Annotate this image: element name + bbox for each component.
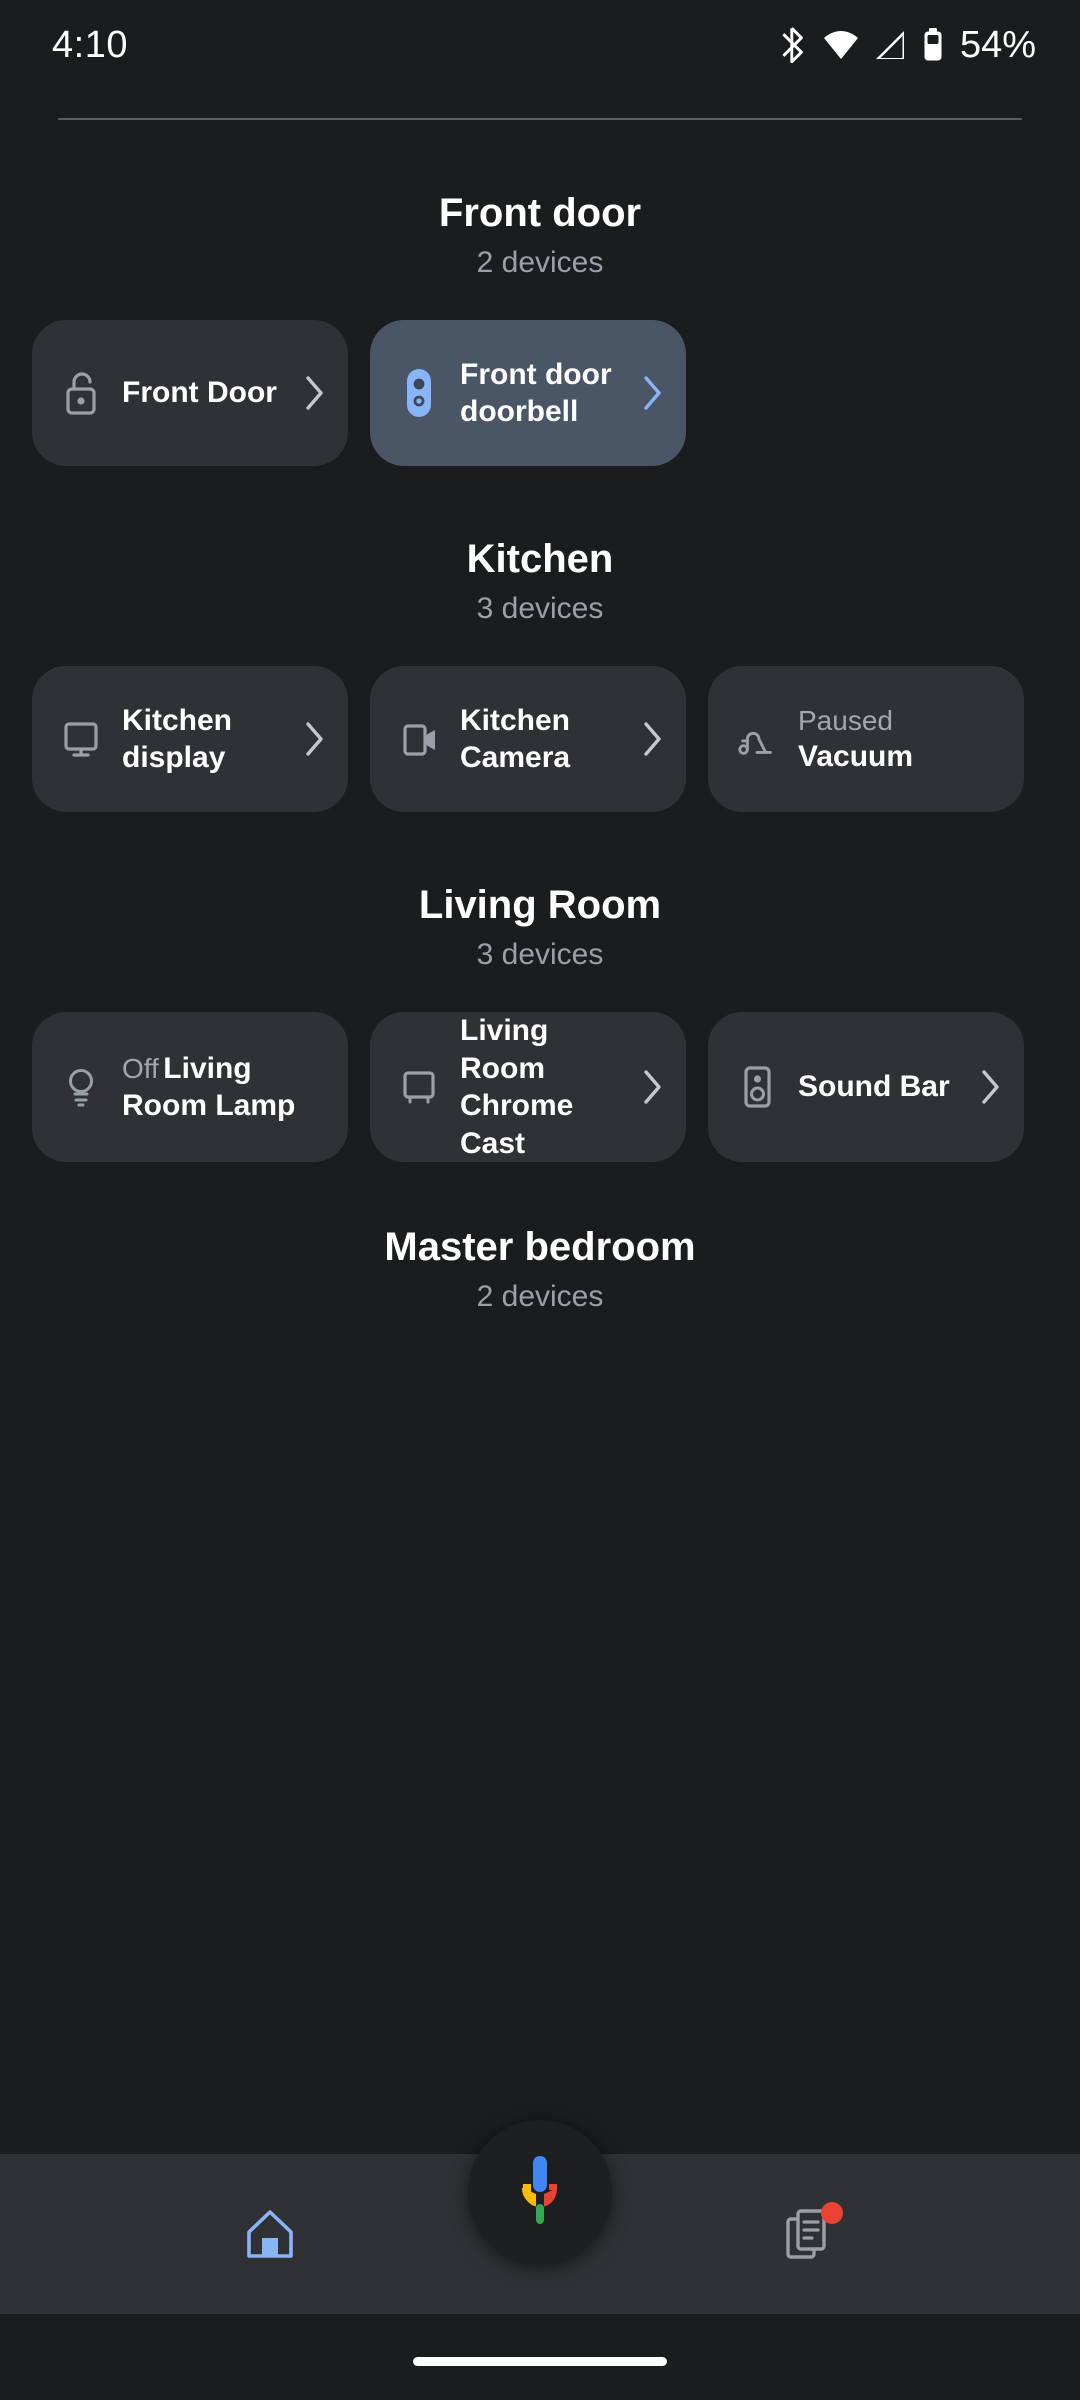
display-icon	[58, 716, 104, 762]
chevron-right-icon[interactable]	[640, 1068, 666, 1106]
nav-item-home[interactable]	[0, 2154, 540, 2314]
device-card-text: Front door doorbell	[460, 356, 622, 431]
chevron-right-icon[interactable]	[640, 374, 666, 412]
section-title: Master bedroom	[384, 1225, 696, 1269]
status-icons: 54%	[778, 24, 1036, 67]
lock-open-icon	[58, 370, 104, 416]
section-header-master-bedroom: Master bedroom 2 devices	[0, 1224, 1080, 1314]
device-label: Front Door	[122, 376, 277, 410]
chevron-right-icon[interactable]	[640, 720, 666, 758]
section-title: Front door	[438, 191, 642, 235]
home-icon	[243, 2208, 297, 2260]
top-divider	[58, 118, 1022, 120]
device-grid-front-door: Front Door Front door doorbell	[0, 320, 1080, 466]
status-bar: 4:10 54%	[0, 0, 1080, 90]
battery-percent: 54%	[959, 23, 1036, 66]
notification-badge	[821, 2202, 843, 2224]
home-app-screen: 4:10 54% Front door 2 devices Front Door…	[0, 0, 1080, 2400]
section-header-living-room: Living Room 3 devices	[0, 882, 1080, 972]
vacuum-icon	[734, 716, 780, 762]
device-state: Off	[122, 1052, 159, 1084]
wifi-icon	[822, 29, 860, 61]
camera-icon	[396, 716, 442, 762]
section-subtitle: 2 devices	[476, 1280, 604, 1313]
section-title: Kitchen	[466, 537, 614, 581]
section-title: Living Room	[418, 883, 662, 927]
device-state: Paused	[798, 704, 893, 736]
chromecast-icon	[396, 1064, 442, 1110]
device-card-text: Sound Bar	[798, 1068, 960, 1106]
device-grid-living-room: Off Living Room Lamp Living Room Chrome …	[0, 1012, 1080, 1162]
section-header-kitchen: Kitchen 3 devices	[0, 536, 1080, 626]
device-grid-kitchen: Kitchen display Kitchen Camera Paused Va…	[0, 666, 1080, 812]
device-label: Living Room Chrome Cast	[460, 1014, 574, 1160]
device-card-text: Front Door	[122, 374, 284, 412]
device-card-vacuum[interactable]: Paused Vacuum	[708, 666, 1024, 812]
gesture-navigation-handle[interactable]	[413, 2357, 667, 2366]
section-subtitle: 3 devices	[476, 938, 604, 971]
battery-icon	[922, 28, 944, 62]
device-card-kitchen-camera[interactable]: Kitchen Camera	[370, 666, 686, 812]
lightbulb-icon	[58, 1064, 104, 1110]
device-card-text: Paused Vacuum	[798, 703, 1004, 776]
assistant-fab-button[interactable]	[468, 2120, 612, 2264]
chevron-right-icon[interactable]	[978, 1068, 1004, 1106]
speaker-icon	[734, 1064, 780, 1110]
chevron-right-icon[interactable]	[302, 720, 328, 758]
cellular-signal-icon	[874, 29, 908, 61]
device-card-text: Kitchen display	[122, 702, 284, 777]
nav-item-feed[interactable]	[540, 2154, 1080, 2314]
device-card-front-door-doorbell[interactable]: Front door doorbell	[370, 320, 686, 466]
device-card-text: Off Living Room Lamp	[122, 1050, 328, 1125]
device-card-text: Kitchen Camera	[460, 702, 622, 777]
device-label: Sound Bar	[798, 1070, 950, 1104]
doorbell-icon	[396, 369, 442, 417]
device-label: Vacuum	[798, 739, 914, 773]
chevron-right-icon[interactable]	[302, 374, 328, 412]
device-card-sound-bar[interactable]: Sound Bar	[708, 1012, 1024, 1162]
device-card-text: Living Room Chrome Cast	[460, 1012, 622, 1162]
device-label: Kitchen display	[122, 703, 233, 775]
device-card-living-room-lamp[interactable]: Off Living Room Lamp	[32, 1012, 348, 1162]
section-header-front-door: Front door 2 devices	[0, 190, 1080, 280]
device-label: Front door doorbell	[460, 357, 612, 429]
device-card-kitchen-display[interactable]: Kitchen display	[32, 666, 348, 812]
device-card-front-door[interactable]: Front Door	[32, 320, 348, 466]
device-label: Kitchen Camera	[460, 703, 571, 775]
device-card-living-room-chrome-cast[interactable]: Living Room Chrome Cast	[370, 1012, 686, 1162]
section-subtitle: 3 devices	[476, 592, 604, 625]
status-time: 4:10	[52, 23, 128, 66]
section-subtitle: 2 devices	[476, 246, 604, 279]
bluetooth-icon	[778, 27, 808, 63]
google-assistant-mic-icon	[511, 2150, 569, 2235]
